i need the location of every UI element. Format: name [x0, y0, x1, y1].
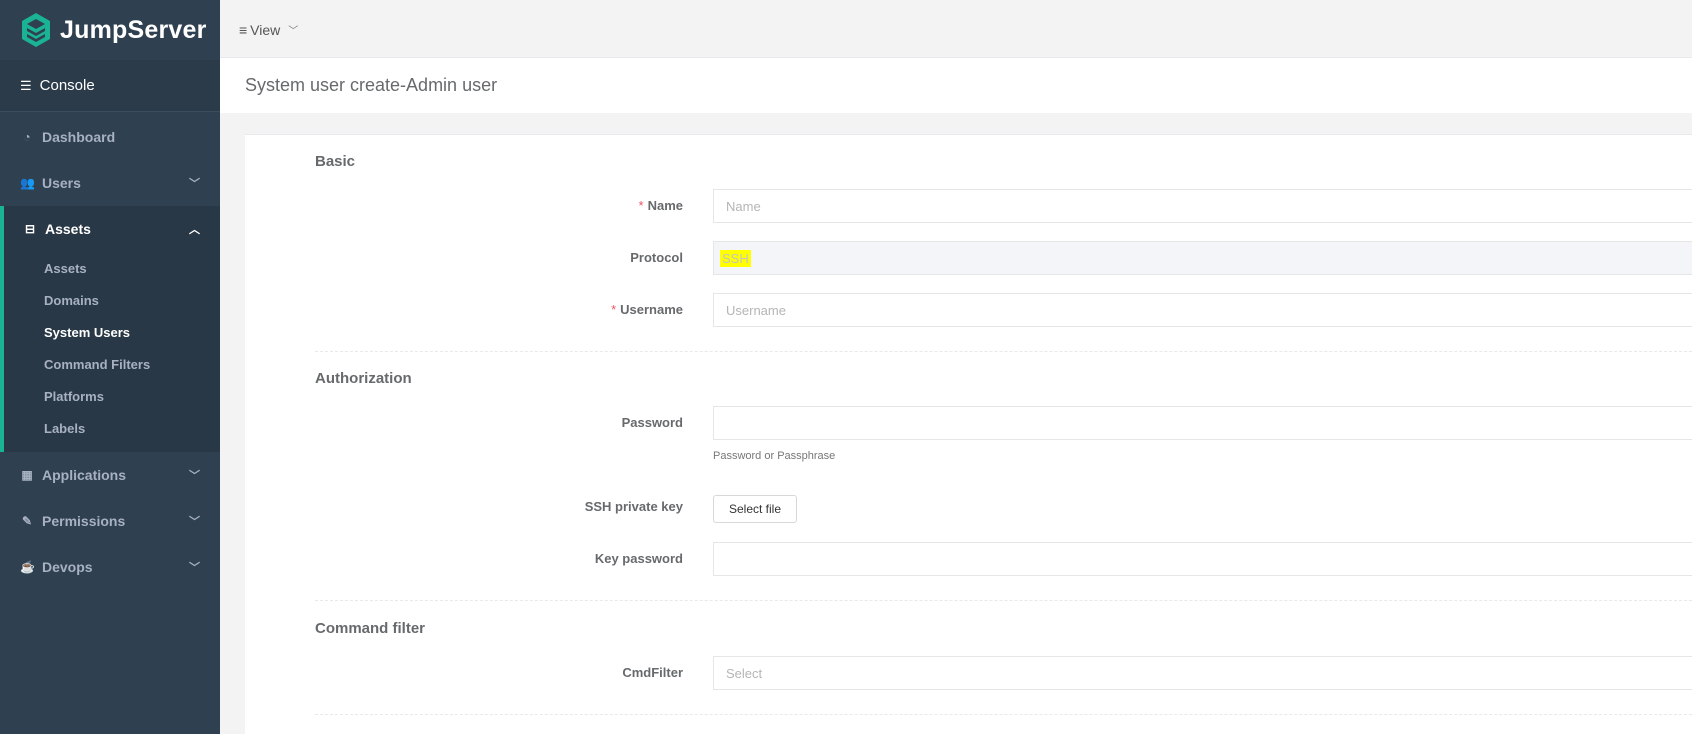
grid-icon: ▦ — [21, 468, 33, 482]
select-file-button[interactable]: Select file — [713, 495, 797, 523]
sidebar-subitem-labels[interactable]: Labels — [4, 412, 220, 444]
password-label: Password — [621, 415, 683, 430]
chevron-down-icon: ﹀ — [189, 562, 200, 574]
protocol-label: Protocol — [630, 250, 683, 265]
section-title-basic: Basic — [315, 153, 356, 170]
sidebar-subitem-domains[interactable]: Domains — [4, 284, 220, 316]
coffee-icon: ☕ — [20, 560, 35, 574]
cmdfilter-placeholder: Select — [726, 665, 763, 681]
sidebar-item-assets[interactable]: ⊟ Assets ︿ — [4, 206, 220, 252]
menu-icon[interactable]: ≡ — [239, 22, 247, 38]
section-divider — [315, 600, 1692, 601]
jumpserver-logo-icon — [22, 13, 50, 47]
topbar: ≡ View ﹀ — [220, 2, 1692, 58]
section-divider — [315, 351, 1692, 352]
username-input[interactable]: Username — [713, 293, 1692, 327]
chevron-down-icon[interactable]: ﹀ — [288, 22, 298, 37]
ssh-private-key-label: SSH private key — [584, 499, 683, 514]
chevron-down-icon: ﹀ — [189, 178, 200, 190]
dashboard-icon: ◔ — [23, 130, 31, 144]
protocol-value: SSH — [720, 249, 751, 267]
sidebar-item-label: Devops — [42, 559, 93, 575]
sidebar-item-permissions[interactable]: ✎ Permissions ﹀ — [0, 498, 220, 544]
sidebar-item-dashboard[interactable]: ◔ Dashboard — [0, 114, 220, 160]
name-label: * Name — [383, 198, 683, 213]
sidebar-subitem-assets[interactable]: Assets — [4, 252, 220, 284]
section-divider — [315, 714, 1692, 715]
required-mark: * — [611, 302, 617, 317]
name-placeholder: Name — [726, 198, 761, 214]
edit-icon: ✎ — [21, 514, 33, 528]
cmdfilter-label: CmdFilter — [622, 665, 683, 680]
name-label-text: Name — [647, 198, 683, 213]
chevron-down-icon: ﹀ — [189, 516, 200, 528]
required-mark: * — [638, 198, 644, 213]
page-title: System user create-Admin user — [245, 75, 498, 95]
chevron-up-icon: ︿ — [189, 224, 200, 236]
users-icon: 👥 — [20, 176, 35, 190]
brand[interactable]: JumpServer — [0, 0, 220, 60]
sidebar: JumpServer ☰ Console ◔ Dashboard 👥 Users… — [0, 0, 220, 734]
sidebar-item-applications[interactable]: ▦ Applications ﹀ — [0, 452, 220, 498]
key-password-input[interactable] — [713, 542, 1692, 576]
section-title-command-filter: Command filter — [315, 620, 426, 637]
inbox-icon: ⊟ — [24, 222, 36, 236]
sidebar-subitem-command-filters[interactable]: Command Filters — [4, 348, 220, 380]
sidebar-group-assets: ⊟ Assets ︿ Assets Domains System Users C… — [0, 206, 220, 452]
protocol-select[interactable]: SSH — [713, 241, 1692, 275]
sidebar-item-users[interactable]: 👥 Users ﹀ — [0, 160, 220, 206]
username-label-text: Username — [620, 302, 683, 317]
password-input[interactable] — [713, 406, 1692, 440]
password-help-text: Password or Passphrase — [713, 450, 836, 462]
sliders-icon: ☰ — [20, 77, 32, 93]
view-dropdown[interactable]: View — [250, 22, 280, 38]
brand-name: JumpServer — [60, 15, 207, 44]
sidebar-item-label: Permissions — [42, 513, 126, 529]
console-label: Console — [39, 77, 95, 94]
section-title-authorization: Authorization — [315, 370, 412, 387]
console-link[interactable]: ☰ Console — [0, 60, 220, 112]
form-card: Basic * Name Name Protocol SSH * Username … — [245, 134, 1692, 734]
sidebar-item-label: Users — [42, 175, 81, 191]
cmdfilter-select[interactable]: Select — [713, 656, 1692, 690]
name-input[interactable]: Name — [713, 189, 1692, 223]
sidebar-subitem-system-users[interactable]: System Users — [4, 316, 220, 348]
sidebar-item-label: Assets — [45, 221, 91, 237]
sidebar-item-devops[interactable]: ☕ Devops ﹀ — [0, 544, 220, 590]
sidebar-subitem-platforms[interactable]: Platforms — [4, 380, 220, 412]
sidebar-item-label: Dashboard — [42, 129, 116, 145]
sidebar-item-label: Applications — [42, 467, 127, 483]
chevron-down-icon: ﹀ — [189, 470, 200, 482]
page-heading: System user create-Admin user — [220, 58, 1692, 113]
username-label: * Username — [383, 302, 683, 317]
username-placeholder: Username — [726, 302, 786, 318]
key-password-label: Key password — [594, 551, 683, 566]
